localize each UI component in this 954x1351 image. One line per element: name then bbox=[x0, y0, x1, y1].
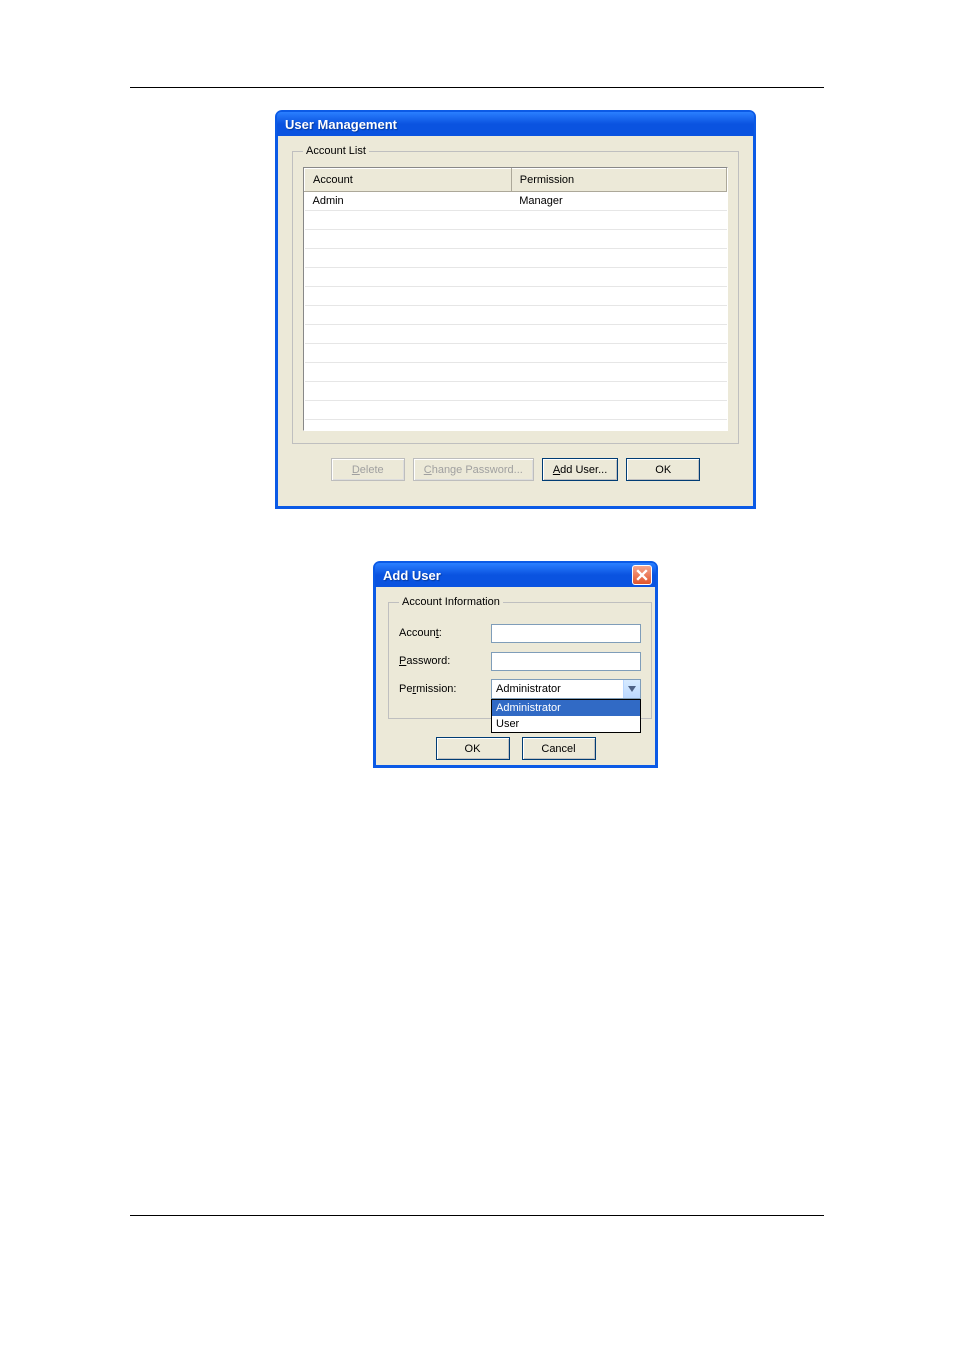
user-management-title: User Management bbox=[285, 117, 750, 132]
add-user-button-row: OK Cancel bbox=[388, 737, 643, 760]
permission-combo-box[interactable]: Administrator bbox=[491, 679, 641, 699]
add-user-dialog: Add User Account Information Account: Pa… bbox=[373, 561, 658, 768]
table-row[interactable] bbox=[305, 420, 727, 432]
permission-row: Permission: Administrator AdministratorU… bbox=[399, 678, 641, 700]
close-icon[interactable] bbox=[632, 565, 652, 585]
account-list-legend: Account List bbox=[303, 145, 369, 157]
add-user-button[interactable]: Add User... bbox=[542, 458, 618, 481]
page-top-divider bbox=[130, 87, 824, 88]
user-management-button-row: Delete Change Password... Add User... OK bbox=[292, 458, 739, 481]
permission-label: Permission: bbox=[399, 683, 491, 695]
table-row[interactable] bbox=[305, 249, 727, 268]
account-input[interactable] bbox=[491, 624, 641, 643]
permission-combo-value: Administrator bbox=[492, 683, 623, 695]
add-user-body: Account Information Account: Password: P… bbox=[376, 586, 655, 772]
account-list-table: Account Permission AdminManager bbox=[304, 168, 727, 431]
table-row[interactable] bbox=[305, 363, 727, 382]
permission-option[interactable]: Administrator bbox=[492, 700, 640, 716]
account-label: Account: bbox=[399, 627, 491, 639]
add-user-ok-button[interactable]: OK bbox=[436, 737, 510, 760]
change-password-button: Change Password... bbox=[413, 458, 534, 481]
add-user-title: Add User bbox=[383, 568, 632, 583]
password-row: Password: bbox=[399, 650, 641, 672]
table-row[interactable] bbox=[305, 325, 727, 344]
column-header-permission[interactable]: Permission bbox=[511, 169, 726, 192]
table-row[interactable] bbox=[305, 382, 727, 401]
add-user-cancel-button[interactable]: Cancel bbox=[522, 737, 596, 760]
user-management-dialog: User Management Account List Account Per… bbox=[275, 110, 756, 509]
table-row[interactable] bbox=[305, 211, 727, 230]
user-management-body: Account List Account Permission AdminMan… bbox=[278, 135, 753, 495]
table-row[interactable] bbox=[305, 230, 727, 249]
table-row[interactable] bbox=[305, 287, 727, 306]
cell-account: Admin bbox=[305, 192, 512, 211]
account-list-group: Account List Account Permission AdminMan… bbox=[292, 145, 739, 444]
table-row[interactable] bbox=[305, 344, 727, 363]
table-row[interactable] bbox=[305, 306, 727, 325]
user-management-titlebar[interactable]: User Management bbox=[277, 112, 754, 136]
account-row: Account: bbox=[399, 622, 641, 644]
permission-combo-list[interactable]: AdministratorUser bbox=[491, 699, 641, 733]
password-input[interactable] bbox=[491, 652, 641, 671]
permission-combo[interactable]: Administrator AdministratorUser bbox=[491, 679, 641, 699]
chevron-down-icon[interactable] bbox=[623, 680, 640, 698]
account-list-table-wrap[interactable]: Account Permission AdminManager bbox=[303, 167, 728, 431]
add-user-titlebar[interactable]: Add User bbox=[375, 563, 656, 587]
account-information-group: Account Information Account: Password: P… bbox=[388, 596, 652, 719]
permission-option[interactable]: User bbox=[492, 716, 640, 732]
table-row[interactable]: AdminManager bbox=[305, 192, 727, 211]
ok-button[interactable]: OK bbox=[626, 458, 700, 481]
table-row[interactable] bbox=[305, 401, 727, 420]
page-bottom-divider bbox=[130, 1215, 824, 1216]
cell-permission: Manager bbox=[511, 192, 726, 211]
delete-button: Delete bbox=[331, 458, 405, 481]
password-label: Password: bbox=[399, 655, 491, 667]
account-information-legend: Account Information bbox=[399, 596, 503, 608]
column-header-account[interactable]: Account bbox=[305, 169, 512, 192]
table-row[interactable] bbox=[305, 268, 727, 287]
